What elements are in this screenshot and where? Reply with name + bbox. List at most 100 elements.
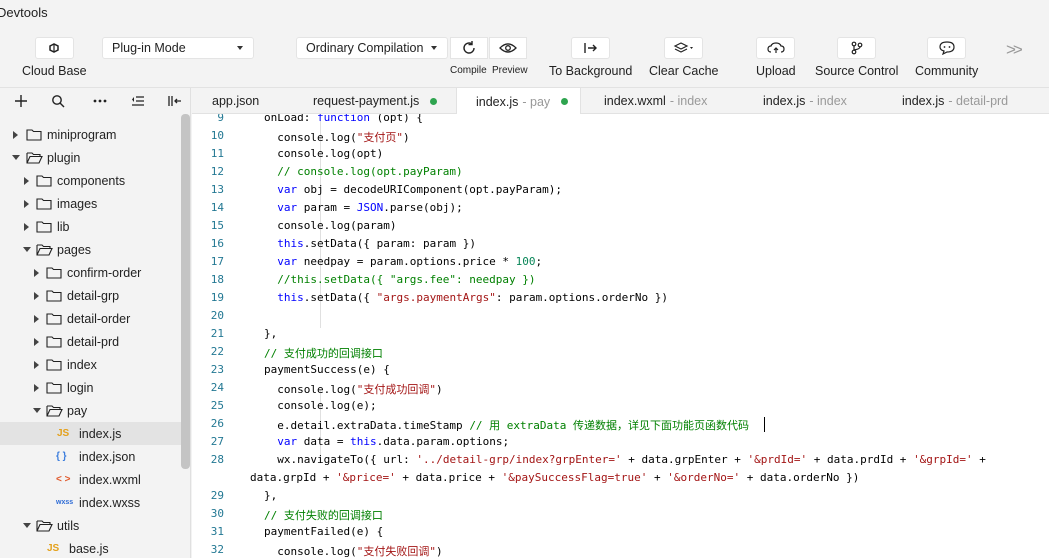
tab-index-js-detail-prd[interactable]: index.js - detail-prd (902, 88, 1008, 114)
tree-item-label: plugin (47, 150, 81, 165)
line-number: 16 (210, 237, 224, 250)
upload-label: Upload (756, 64, 796, 78)
tree-item-index[interactable]: index (0, 353, 181, 376)
tree-item-detail-prd[interactable]: detail-prd (0, 330, 181, 353)
clear-cache-button[interactable]: Clear Cache (649, 37, 718, 78)
source-control-button[interactable]: Source Control (815, 37, 898, 78)
tab-index-js-pay[interactable]: index.js - pay (456, 88, 581, 115)
community-button[interactable]: Community (915, 37, 978, 78)
git-branch-icon (837, 37, 877, 59)
tab-index-js-index[interactable]: index.js - index (763, 88, 847, 114)
title-bar: Devtools (0, 0, 1049, 26)
compile-select-value: Ordinary Compilation (306, 41, 424, 55)
compile-button[interactable] (450, 37, 488, 59)
tab-label: index.js (476, 94, 519, 109)
cloud-base-label: Cloud Base (22, 64, 87, 78)
tree-item-pay-index-json[interactable]: { } index.json (0, 445, 181, 468)
code-line: var obj = decodeURIComponent(opt.payPara… (277, 183, 563, 196)
tab-label: index.js (902, 94, 945, 108)
chevron-down-icon (23, 247, 31, 252)
folder-icon (36, 198, 52, 210)
tree-item-detail-grp[interactable]: detail-grp (0, 284, 181, 307)
file-tree: miniprogram plugin components images lib (0, 123, 181, 558)
line-number: 28 (210, 453, 224, 466)
preview-label: Preview (492, 65, 528, 76)
code-line: this.setData({ "args.paymentArgs": param… (277, 291, 669, 304)
toolbar: Cloud Base Plug-in Mode Ordinary Compila… (0, 26, 1049, 88)
more-options-icon[interactable] (92, 93, 108, 109)
code-line: //this.setData({ "args.fee": needpay }) (264, 273, 536, 286)
line-number: 24 (210, 381, 224, 394)
tree-item-label: login (67, 380, 94, 395)
tree-item-label: detail-prd (67, 334, 120, 349)
compile-select[interactable]: Ordinary Compilation (296, 37, 448, 59)
chevron-down-icon (33, 408, 41, 413)
tree-item-login[interactable]: login (0, 376, 181, 399)
tree-item-label: images (57, 196, 98, 211)
add-icon[interactable] (13, 93, 29, 109)
chevron-down-icon (431, 46, 437, 50)
folder-icon (26, 129, 42, 141)
code-line: var data = this.data.param.options; (277, 435, 510, 448)
to-background-button[interactable]: To Background (549, 37, 632, 78)
tree-item-pay-index-js[interactable]: JS index.js (0, 422, 181, 445)
tab-sublabel: - pay (522, 94, 551, 109)
tab-request-payment-js[interactable]: request-payment.js (313, 88, 438, 114)
tab-label: app.json (212, 94, 260, 108)
tree-item-label: base.js (69, 541, 109, 556)
js-file-icon: JS (57, 428, 70, 439)
folder-open-icon (26, 152, 43, 164)
code-line: var needpay = param.options.price * 100; (277, 255, 543, 268)
explorer-scrollbar[interactable] (181, 114, 190, 469)
line-number: 12 (210, 165, 224, 178)
preview-button[interactable] (489, 37, 527, 59)
tab-label: request-payment.js (313, 94, 420, 108)
cloud-base-button[interactable]: Cloud Base (22, 37, 87, 78)
line-number: 10 (210, 129, 224, 142)
wxml-file-icon: < > (56, 474, 71, 485)
tree-item-detail-order[interactable]: detail-order (0, 307, 181, 330)
app-title: Devtools (0, 5, 48, 20)
tree-item-utils-base-js[interactable]: JS base.js (0, 537, 181, 558)
line-number: 18 (210, 273, 224, 286)
search-icon[interactable] (50, 93, 66, 109)
code-line: }, (264, 327, 278, 340)
code-editor[interactable]: 9 10 11 12 13 14 15 16 17 18 19 20 21 22… (192, 114, 1049, 558)
tree-item-plugin[interactable]: plugin (0, 146, 181, 169)
upload-button[interactable]: Upload (756, 37, 796, 78)
tree-item-confirm-order[interactable]: confirm-order (0, 261, 181, 284)
code-line: paymentSuccess(e) { (264, 363, 390, 376)
code-line: e.detail.extraData.timeStamp // 用 extraD… (264, 419, 750, 432)
tree-item-pay[interactable]: pay (0, 399, 181, 422)
tree-item-label: pages (57, 242, 92, 257)
tree-item-components[interactable]: components (0, 169, 181, 192)
eye-icon (499, 43, 517, 53)
folder-icon (46, 382, 62, 394)
tree-item-lib[interactable]: lib (0, 215, 181, 238)
line-number: 26 (210, 417, 224, 430)
chevron-right-icon (24, 222, 29, 231)
tab-label: index.wxml (604, 94, 666, 108)
more-tools-chevron-icon[interactable]: >> (1006, 40, 1023, 60)
text-cursor (764, 417, 765, 432)
collapse-sidebar-icon[interactable] (167, 93, 183, 109)
tree-item-pay-index-wxss[interactable]: wxss index.wxss (0, 491, 181, 514)
tree-item-label: detail-order (67, 311, 131, 326)
tree-item-pay-index-wxml[interactable]: < > index.wxml (0, 468, 181, 491)
folder-open-icon (36, 244, 53, 256)
tree-item-label: components (57, 173, 126, 188)
unsaved-indicator (430, 97, 438, 105)
code-lines[interactable]: onLoad: function (opt) { console.log("支付… (250, 114, 1049, 558)
code-line: console.log(param) (264, 219, 397, 232)
tree-item-miniprogram[interactable]: miniprogram (0, 123, 181, 146)
editor-tabs: app.json request-payment.js index.js - p… (192, 88, 1049, 115)
collapse-all-icon[interactable] (130, 93, 146, 109)
mode-select[interactable]: Plug-in Mode (102, 37, 254, 59)
cloud-upload-icon (756, 37, 796, 59)
folder-icon (46, 267, 62, 279)
tree-item-pages[interactable]: pages (0, 238, 181, 261)
tab-app-json[interactable]: app.json (212, 88, 259, 114)
tree-item-utils[interactable]: utils (0, 514, 181, 537)
tab-index-wxml-index[interactable]: index.wxml - index (604, 88, 707, 114)
tree-item-images[interactable]: images (0, 192, 181, 215)
